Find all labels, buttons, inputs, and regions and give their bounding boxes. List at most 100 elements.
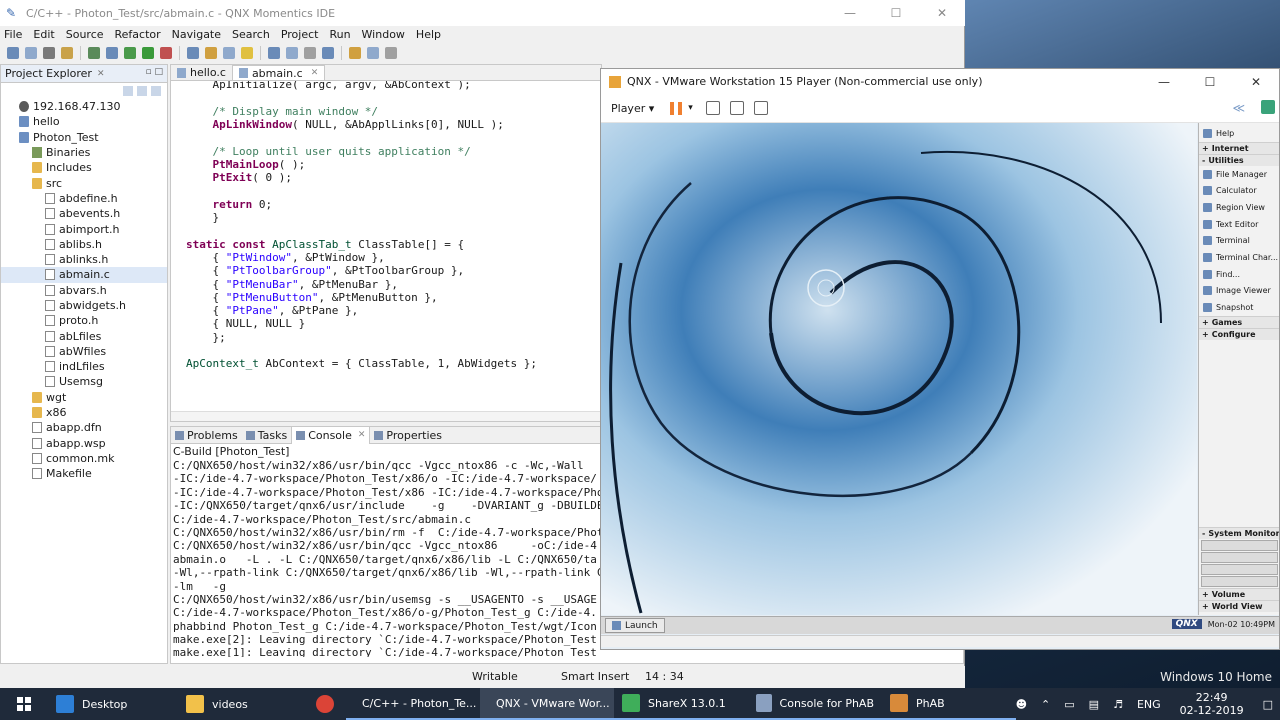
toolbar-icon-18[interactable] [367,47,379,59]
toolbar-icon-12[interactable] [241,47,253,59]
toolbar-icon-8[interactable] [160,47,172,59]
toolbar-icon-6[interactable] [124,47,136,59]
maximize-button[interactable]: ☐ [873,0,919,26]
battery-icon[interactable]: ▭ [1064,698,1074,711]
toolbar-icon-4[interactable] [88,47,100,59]
vm-maximize-button[interactable]: ☐ [1187,69,1233,95]
guest-screen[interactable]: Help + Internet - Utilities File Manager Calcu… [601,123,1279,649]
tree-item[interactable]: common.mk [1,451,167,466]
toolbar-icon-16[interactable] [322,47,334,59]
back-arrows-icon[interactable]: ≪ [1232,101,1245,115]
network-icon[interactable]: ▤ [1089,698,1099,711]
tree-item[interactable]: abapp.dfn [1,420,167,435]
shelf-group-games[interactable]: + Games [1199,315,1279,328]
editor-tab-abmain-c[interactable]: abmain.c ✕ [231,65,326,80]
shelf-group-utilities[interactable]: - Utilities [1199,153,1279,166]
toolbar-icon-2[interactable] [43,47,55,59]
taskbar-app[interactable]: PhAB [882,688,1016,720]
close-button[interactable]: ✕ [919,0,965,26]
people-icon[interactable]: ☻ [1016,698,1027,711]
code-area[interactable]: ApInitialize( argc, argv, &AbContext ); … [171,81,603,411]
tree-item[interactable]: abWfiles [1,344,167,359]
tree-item[interactable]: wgt [1,390,167,405]
tree-item[interactable]: abwidgets.h [1,298,167,313]
taskbar-app[interactable]: C/C++ - Photon_Te... [346,688,480,720]
tree-item[interactable]: abLfiles [1,328,167,343]
start-button[interactable] [0,688,48,720]
pause-icon[interactable] [670,101,683,115]
taskbar-app[interactable]: QNX - VMware Wor... [480,688,614,720]
shelf-group-internet[interactable]: + Internet [1199,141,1279,154]
toolbar-icon-10[interactable] [205,47,217,59]
tree-item[interactable]: abapp.wsp [1,436,167,451]
send-ctrl-alt-del-icon[interactable] [705,101,720,115]
toolbar-icon-14[interactable] [286,47,298,59]
tree-item[interactable]: src [1,175,167,190]
tree-item[interactable]: 192.168.47.130 [1,99,167,114]
tree-item[interactable]: Usemsg [1,374,167,389]
taskbar-clock[interactable]: 22:49 02-12-2019 [1180,691,1244,717]
menu-navigate[interactable]: Navigate [172,28,221,41]
editor-horizontal-scrollbar[interactable] [171,411,603,421]
menu-source[interactable]: Source [66,28,104,41]
toolbar-icon-7[interactable] [142,47,154,59]
tree-item[interactable]: ablibs.h [1,237,167,252]
menu-edit[interactable]: Edit [33,28,54,41]
menu-help[interactable]: Help [416,28,441,41]
tab-properties[interactable]: Properties [370,429,446,442]
launch-button[interactable]: Launch [605,618,665,633]
tree-item[interactable]: indLfiles [1,359,167,374]
close-icon[interactable]: ✕ [97,69,105,79]
tab-problems[interactable]: Problems [171,429,242,442]
taskbar-app[interactable] [308,688,346,720]
toolbar-icon-9[interactable] [187,47,199,59]
notifications-icon[interactable]: □ [1263,698,1273,711]
menu-search[interactable]: Search [232,28,270,41]
tab-console[interactable]: Console ✕ [291,426,371,444]
chevron-up-icon[interactable]: ⌃ [1041,698,1050,711]
shelf-group-configure[interactable]: + Configure [1199,327,1279,340]
editor-tab-hello-c[interactable]: hello.c [171,65,232,80]
unity-icon[interactable] [753,101,768,115]
tree-item[interactable]: ablinks.h [1,252,167,267]
tree-item[interactable]: abevents.h [1,206,167,221]
toolbar-icon-5[interactable] [106,47,118,59]
tree-item[interactable]: Binaries [1,145,167,160]
ide-titlebar[interactable]: ✎ C/C++ - Photon_Test/src/abmain.c - QNX… [0,0,965,26]
tree-item[interactable]: abimport.h [1,221,167,236]
close-icon[interactable]: ✕ [358,430,366,440]
fullscreen-icon[interactable] [729,101,744,115]
player-menu[interactable]: Player ▾ [611,102,654,115]
tree-item[interactable]: x86 [1,405,167,420]
tree-item[interactable]: abvars.h [1,283,167,298]
guest-horizontal-scrollbar[interactable] [601,635,1279,647]
library-icon[interactable] [1261,100,1275,114]
toolbar-icon-11[interactable] [223,47,235,59]
tab-tasks[interactable]: Tasks [242,429,291,442]
toolbar-icon-17[interactable] [349,47,361,59]
close-icon[interactable]: ✕ [311,68,319,78]
tree-item[interactable]: Photon_Test [1,130,167,145]
vmware-titlebar[interactable]: QNX - VMware Workstation 15 Player (Non-… [601,69,1279,94]
toolbar-icon-13[interactable] [268,47,280,59]
toolbar-icon-3[interactable] [61,47,73,59]
link-editor-icon[interactable] [137,86,147,96]
shelf-item[interactable]: Calculator [1199,182,1279,199]
toolbar-icon-15[interactable] [304,47,316,59]
shelf-item[interactable]: File Manager [1199,166,1279,183]
minimize-button[interactable]: — [827,0,873,26]
taskbar-app[interactable]: Desktop [48,688,178,720]
shelf-item[interactable]: Terminal [1199,232,1279,249]
menu-project[interactable]: Project [281,28,319,41]
shelf-item[interactable]: Snapshot [1199,299,1279,316]
taskbar-app[interactable]: Console for PhAB [748,688,882,720]
shelf-item[interactable]: Image Viewer [1199,283,1279,300]
tree-item[interactable]: hello [1,114,167,129]
toolbar-icon-0[interactable] [7,47,19,59]
tree-item[interactable]: proto.h [1,313,167,328]
tree-item[interactable]: Includes [1,160,167,175]
tree-item[interactable]: Makefile [1,466,167,481]
taskbar-app[interactable]: videos [178,688,308,720]
shelf-item[interactable]: Terminal Char... [1199,249,1279,266]
toolbar-icon-1[interactable] [25,47,37,59]
